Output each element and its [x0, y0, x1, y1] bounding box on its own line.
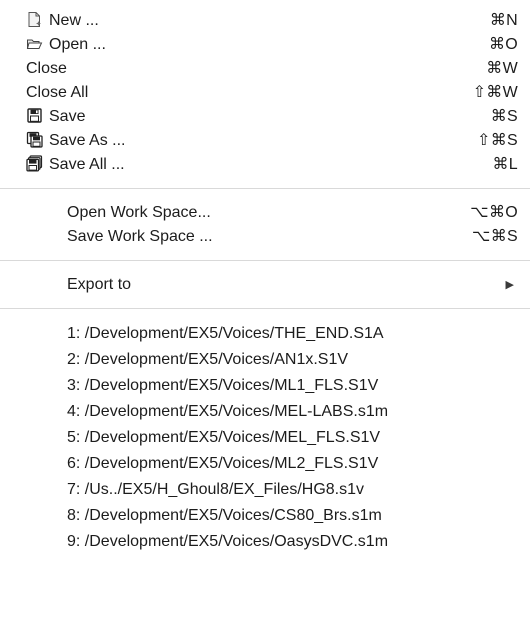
submenu-arrow-icon: ▶	[505, 279, 514, 291]
recent-file-label: 7: /Us../EX5/H_Ghoul8/EX_Files/HG8.s1v	[67, 481, 365, 498]
recent-file-item[interactable]: 8: /Development/EX5/Voices/CS80_Brs.s1m	[0, 503, 530, 529]
recent-files-list: 1: /Development/EX5/Voices/THE_END.S1A 2…	[0, 321, 530, 555]
recent-file-label: 8: /Development/EX5/Voices/CS80_Brs.s1m	[67, 507, 382, 524]
recent-file-label: 5: /Development/EX5/Voices/MEL_FLS.S1V	[67, 429, 381, 446]
shortcut-label: ⇧⌘S	[477, 132, 518, 149]
menu-item-save-as[interactable]: Save As ... ⇧⌘S	[0, 129, 530, 153]
recent-file-label: 1: /Development/EX5/Voices/THE_END.S1A	[67, 325, 384, 342]
recent-file-label: 2: /Development/EX5/Voices/AN1x.S1V	[67, 351, 349, 368]
floppy-disk-icon	[26, 107, 43, 124]
recent-file-label: 6: /Development/EX5/Voices/ML2_FLS.S1V	[67, 455, 379, 472]
menu-item-save-work-space[interactable]: Save Work Space ... ⌥⌘S	[0, 225, 530, 249]
menu-item-close-all[interactable]: Close All ⇧⌘W	[0, 81, 530, 105]
menu-item-export-to[interactable]: Export to ▶	[0, 273, 530, 297]
menu-item-label: Close All	[26, 84, 89, 101]
menu-item-new[interactable]: New ... ⌘N	[0, 9, 530, 33]
shortcut-label: ⌘W	[486, 60, 518, 77]
shortcut-label: ⌥⌘O	[470, 204, 518, 221]
shortcut-label: ⌘O	[488, 36, 518, 53]
menu-item-save-all[interactable]: Save All ... ⌘L	[0, 153, 530, 177]
menu-separator	[0, 260, 530, 261]
menu-separator	[0, 308, 530, 309]
recent-file-item[interactable]: 2: /Development/EX5/Voices/AN1x.S1V	[0, 347, 530, 373]
menu-item-label: Save	[49, 108, 86, 125]
new-document-icon	[26, 11, 43, 28]
menu-item-save[interactable]: Save ⌘S	[0, 105, 530, 129]
menu-item-open-work-space[interactable]: Open Work Space... ⌥⌘O	[0, 201, 530, 225]
save-all-icon	[26, 155, 43, 172]
menu-item-open[interactable]: Open ... ⌘O	[0, 33, 530, 57]
save-as-icon	[26, 131, 43, 148]
menu-item-label: Open Work Space...	[67, 204, 211, 221]
shortcut-label: ⇧⌘W	[472, 84, 518, 101]
menu-item-label: Close	[26, 60, 67, 77]
recent-file-item[interactable]: 7: /Us../EX5/H_Ghoul8/EX_Files/HG8.s1v	[0, 477, 530, 503]
menu-item-label: Save Work Space ...	[67, 228, 213, 245]
recent-file-item[interactable]: 6: /Development/EX5/Voices/ML2_FLS.S1V	[0, 451, 530, 477]
recent-file-item[interactable]: 9: /Development/EX5/Voices/OasysDVC.s1m	[0, 529, 530, 555]
menu-item-label: Open ...	[49, 36, 106, 53]
shortcut-label: ⌥⌘S	[471, 228, 518, 245]
menu-item-label: New ...	[49, 12, 99, 29]
menu-item-label: Save All ...	[49, 156, 125, 173]
menu-item-close[interactable]: Close ⌘W	[0, 57, 530, 81]
recent-file-label: 4: /Development/EX5/Voices/MEL-LABS.s1m	[67, 403, 389, 420]
menu-item-label: Save As ...	[49, 132, 126, 149]
recent-file-label: 9: /Development/EX5/Voices/OasysDVC.s1m	[67, 533, 389, 550]
shortcut-label: ⌘L	[492, 156, 518, 173]
recent-file-item[interactable]: 1: /Development/EX5/Voices/THE_END.S1A	[0, 321, 530, 347]
file-menu: New ... ⌘N Open ... ⌘O Close ⌘W Close Al…	[0, 0, 530, 635]
recent-file-item[interactable]: 5: /Development/EX5/Voices/MEL_FLS.S1V	[0, 425, 530, 451]
recent-file-item[interactable]: 4: /Development/EX5/Voices/MEL-LABS.s1m	[0, 399, 530, 425]
shortcut-label: ⌘S	[490, 108, 518, 125]
menu-separator	[0, 188, 530, 189]
shortcut-label: ⌘N	[489, 12, 518, 29]
recent-file-item[interactable]: 3: /Development/EX5/Voices/ML1_FLS.S1V	[0, 373, 530, 399]
menu-item-label: Export to	[67, 276, 132, 293]
recent-file-label: 3: /Development/EX5/Voices/ML1_FLS.S1V	[67, 377, 379, 394]
open-folder-icon	[26, 35, 43, 52]
